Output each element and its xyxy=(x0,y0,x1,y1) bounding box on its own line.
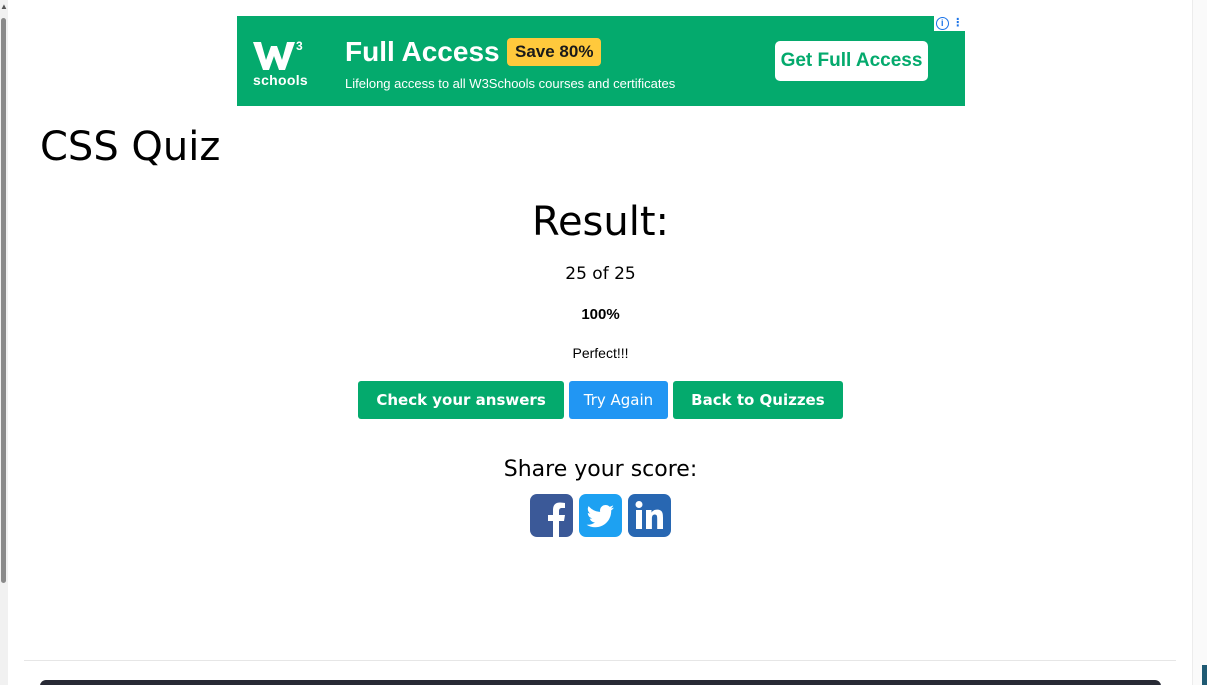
score-text: 25 of 25 xyxy=(565,264,636,284)
divider xyxy=(24,660,1176,661)
ad-subtext: Lifelong access to all W3Schools courses… xyxy=(345,76,676,91)
twitter-icon[interactable] xyxy=(579,494,622,537)
ad-headline: Full Access xyxy=(345,36,500,67)
scrollbar-thumb[interactable] xyxy=(1,18,6,583)
page-title: CSS Quiz xyxy=(40,124,221,170)
page: ▲ 3 schools Full Access Save 80% Lifelon… xyxy=(0,0,1207,685)
logo-superscript: 3 xyxy=(296,39,303,53)
result-heading: Result: xyxy=(531,199,670,245)
result-actions: Check your answers Try Again Back to Qui… xyxy=(8,381,1193,419)
vertical-scrollbar[interactable]: ▲ xyxy=(0,0,8,685)
back-to-quizzes-button[interactable]: Back to Quizzes xyxy=(673,381,843,419)
logo-text: schools xyxy=(253,72,309,88)
footer-bar xyxy=(40,680,1161,685)
facebook-icon[interactable] xyxy=(530,494,573,537)
try-again-button[interactable]: Try Again xyxy=(568,381,669,419)
ad-info-icon[interactable]: i xyxy=(935,17,949,30)
score-percent: 100% xyxy=(581,306,620,323)
social-share-icons xyxy=(8,494,1193,537)
adchoices-controls[interactable]: i ⋮ xyxy=(934,16,965,31)
result-verdict: Perfect!!! xyxy=(572,345,629,361)
right-edge-strip xyxy=(1192,0,1207,685)
check-answers-button[interactable]: Check your answers xyxy=(358,381,564,419)
get-full-access-button[interactable]: Get Full Access xyxy=(775,41,928,81)
discount-badge: Save 80% xyxy=(507,38,602,66)
edge-indicator xyxy=(1202,665,1207,685)
result-panel: Result: 25 of 25 100% Perfect!!! Check y… xyxy=(8,196,1193,537)
ad-menu-icon[interactable]: ⋮ xyxy=(952,18,963,29)
ad-banner[interactable]: 3 schools Full Access Save 80% Lifelong … xyxy=(237,16,965,106)
share-label: Share your score: xyxy=(503,457,698,482)
linkedin-icon[interactable] xyxy=(628,494,671,537)
scroll-up-arrow-icon[interactable]: ▲ xyxy=(0,2,8,12)
